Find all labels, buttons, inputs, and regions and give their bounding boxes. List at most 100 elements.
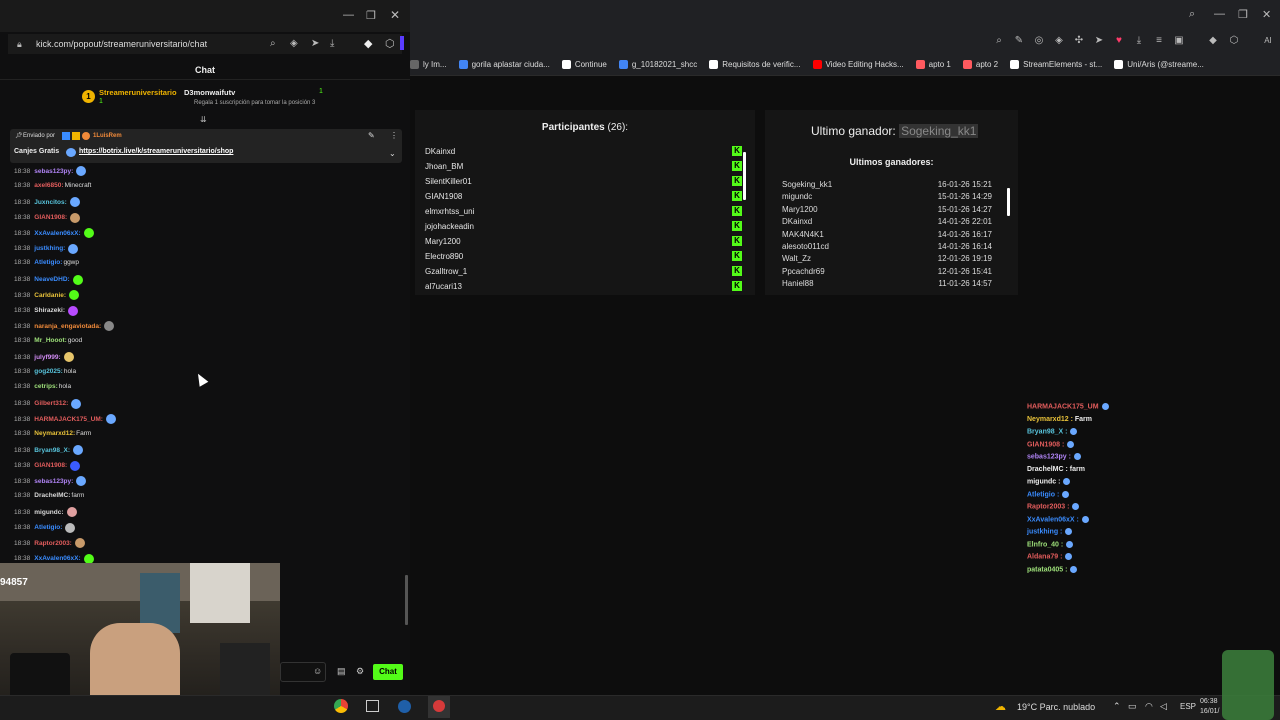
cube-icon[interactable]: ⬡ xyxy=(1228,35,1240,47)
network-icon[interactable]: ◠ xyxy=(1145,701,1153,712)
chat-message: 18:38 GIAN1908: xyxy=(14,460,81,471)
message-username[interactable]: julyf999: xyxy=(34,354,60,361)
restore-icon[interactable]: ❐ xyxy=(366,9,376,22)
message-username[interactable]: Atletigio: xyxy=(34,259,62,266)
winners-scrollbar[interactable] xyxy=(1007,188,1010,216)
chat-scrollbar[interactable] xyxy=(405,575,408,625)
message-username[interactable]: Carldanie: xyxy=(34,292,66,299)
steam-icon[interactable] xyxy=(398,700,411,713)
bookmark-item[interactable]: Video Editing Hacks... xyxy=(812,60,904,69)
zoom-icon[interactable]: ⌕ xyxy=(993,35,1005,47)
send-chat-button[interactable]: Chat xyxy=(373,664,403,680)
restore-icon[interactable]: ❐ xyxy=(1238,8,1248,21)
message-username[interactable]: XxAvalen06xX: xyxy=(34,230,80,237)
extension-icon[interactable]: ✣ xyxy=(1073,35,1085,47)
message-username[interactable]: axel6850: xyxy=(34,182,63,189)
lock-icon[interactable]: 🔒︎ xyxy=(17,39,22,50)
bookmark-item[interactable]: Uni/Aris (@streame... xyxy=(1114,60,1204,69)
winner-row: MAK4N4K1 14-01-26 16:17 xyxy=(782,230,992,239)
message-username[interactable]: GIAN1908: xyxy=(34,214,67,221)
edit-icon[interactable]: ✎ xyxy=(1013,35,1025,47)
send-icon[interactable]: ➤ xyxy=(311,38,319,49)
shield-icon[interactable]: ◈ xyxy=(1053,35,1065,47)
chrome-icon[interactable] xyxy=(334,699,348,713)
bookmark-label: Continue xyxy=(574,60,607,69)
message-username[interactable]: NeaveDHD: xyxy=(34,276,69,283)
chevron-up-icon[interactable]: ⌃ xyxy=(1113,701,1121,712)
message-username[interactable]: Bryan98_X: xyxy=(34,447,70,454)
emote-picker-icon[interactable]: ☺ xyxy=(313,666,322,676)
message-username[interactable]: Mr_Hooot: xyxy=(34,337,67,344)
winner-date: 14-01-26 16:17 xyxy=(937,229,992,239)
message-username[interactable]: sebas123py: xyxy=(34,478,73,485)
message-username[interactable]: Shirazeki: xyxy=(34,307,65,314)
ai-button[interactable]: AI xyxy=(1257,35,1279,47)
app-icon[interactable] xyxy=(433,700,445,712)
language-indicator[interactable]: ESP xyxy=(1180,702,1196,711)
minimize-icon[interactable]: — xyxy=(343,9,354,21)
bookmark-item[interactable]: ly Im... xyxy=(410,60,447,69)
message-username[interactable]: HARMAJACK175_UM: xyxy=(34,416,103,423)
search-tabs-icon[interactable]: ⌕ xyxy=(1189,8,1195,21)
send-icon[interactable]: ➤ xyxy=(1093,35,1105,47)
message-username[interactable]: naranja_engaviotada: xyxy=(34,323,101,330)
kick-badge-icon: K xyxy=(732,266,742,276)
more-options-icon[interactable]: ⋮ xyxy=(390,131,398,140)
bookmark-item[interactable]: gorila aplastar ciuda... xyxy=(458,60,550,69)
bookmark-favicon-icon xyxy=(962,60,972,69)
url-text[interactable]: kick.com/popout/streameruniversitario/ch… xyxy=(36,39,207,49)
message-username[interactable]: GIAN1908: xyxy=(34,462,67,469)
winner-name: MAK4N4K1 xyxy=(782,229,824,239)
chat-message: 18:38 Gilbert312: xyxy=(14,398,82,409)
bookmark-item[interactable]: apto 1 xyxy=(915,60,951,69)
gear-icon[interactable]: ⚙ xyxy=(356,666,364,677)
bookmark-item[interactable]: Continue xyxy=(561,60,607,69)
message-username[interactable]: sebas123py: xyxy=(34,168,73,175)
message-username[interactable]: XxAvalen06xX: xyxy=(34,555,80,562)
weather-text[interactable]: 19°C Parc. nublado xyxy=(1017,702,1095,712)
download-icon[interactable]: ⤓ xyxy=(1133,35,1145,47)
message-username[interactable]: gog2025: xyxy=(34,368,63,375)
expand-icon[interactable]: ⇊ xyxy=(200,115,207,124)
clock[interactable]: 06:38 16/01/ xyxy=(1200,697,1219,717)
pinned-link[interactable]: https://botrix.live/k/streameruniversita… xyxy=(79,148,233,155)
emote-icon xyxy=(63,352,74,362)
message-username[interactable]: justkhing: xyxy=(34,245,65,252)
weather-icon[interactable]: ☁ xyxy=(995,700,1006,713)
volume-icon[interactable]: ◁ xyxy=(1160,701,1167,712)
bookmark-item[interactable]: StreamElements - st... xyxy=(1010,60,1102,69)
shield-icon[interactable]: ◈ xyxy=(290,38,298,49)
cube-icon[interactable]: ⬡ xyxy=(385,37,395,50)
message-username[interactable]: Gilbert312: xyxy=(34,400,68,407)
minimize-icon[interactable]: — xyxy=(1214,8,1225,20)
file-explorer-icon[interactable] xyxy=(366,700,379,712)
pin-toggle-icon[interactable]: ✎ xyxy=(368,131,375,140)
zoom-icon[interactable]: ⌕ xyxy=(270,38,276,49)
heart-icon[interactable]: ♥ xyxy=(1113,35,1125,47)
menu-icon[interactable]: ≡ xyxy=(1153,35,1165,47)
chevron-down-icon[interactable]: ⌄ xyxy=(389,149,396,158)
close-icon[interactable]: ✕ xyxy=(1262,8,1271,21)
message-username[interactable]: Neymarxd12: xyxy=(34,430,75,437)
message-username[interactable]: DrachelMC: xyxy=(34,492,70,499)
message-username[interactable]: migundc: xyxy=(34,509,63,516)
message-username[interactable]: Raptor2003: xyxy=(34,540,72,547)
battery-icon[interactable]: ▭ xyxy=(1128,701,1137,712)
bookmark-item[interactable]: g_10182021_shcc xyxy=(618,60,697,69)
diamond-icon[interactable]: ◆ xyxy=(1207,35,1219,47)
bookmark-item[interactable]: apto 2 xyxy=(962,60,998,69)
close-icon[interactable]: ✕ xyxy=(390,8,400,22)
message-username[interactable]: cetrips: xyxy=(34,383,57,390)
message-username[interactable]: Atletigio: xyxy=(34,524,62,531)
wallet-icon[interactable]: ▣ xyxy=(1173,35,1185,47)
diamond-icon[interactable]: ◆ xyxy=(364,37,372,50)
chat-message: 18:38 GIAN1908: xyxy=(14,212,81,223)
bookmark-item[interactable]: Requisitos de verific... xyxy=(709,60,801,69)
camera-icon[interactable]: ◎ xyxy=(1033,35,1045,47)
gifter-count: 1 xyxy=(319,88,323,95)
message-username[interactable]: Juxncitos: xyxy=(34,199,67,206)
participants-scrollbar[interactable] xyxy=(743,152,746,200)
settings-icon[interactable]: ▤ xyxy=(337,666,346,677)
download-icon[interactable]: ⤓ xyxy=(330,38,334,49)
overlay-chat-text: Farm xyxy=(1072,415,1092,423)
